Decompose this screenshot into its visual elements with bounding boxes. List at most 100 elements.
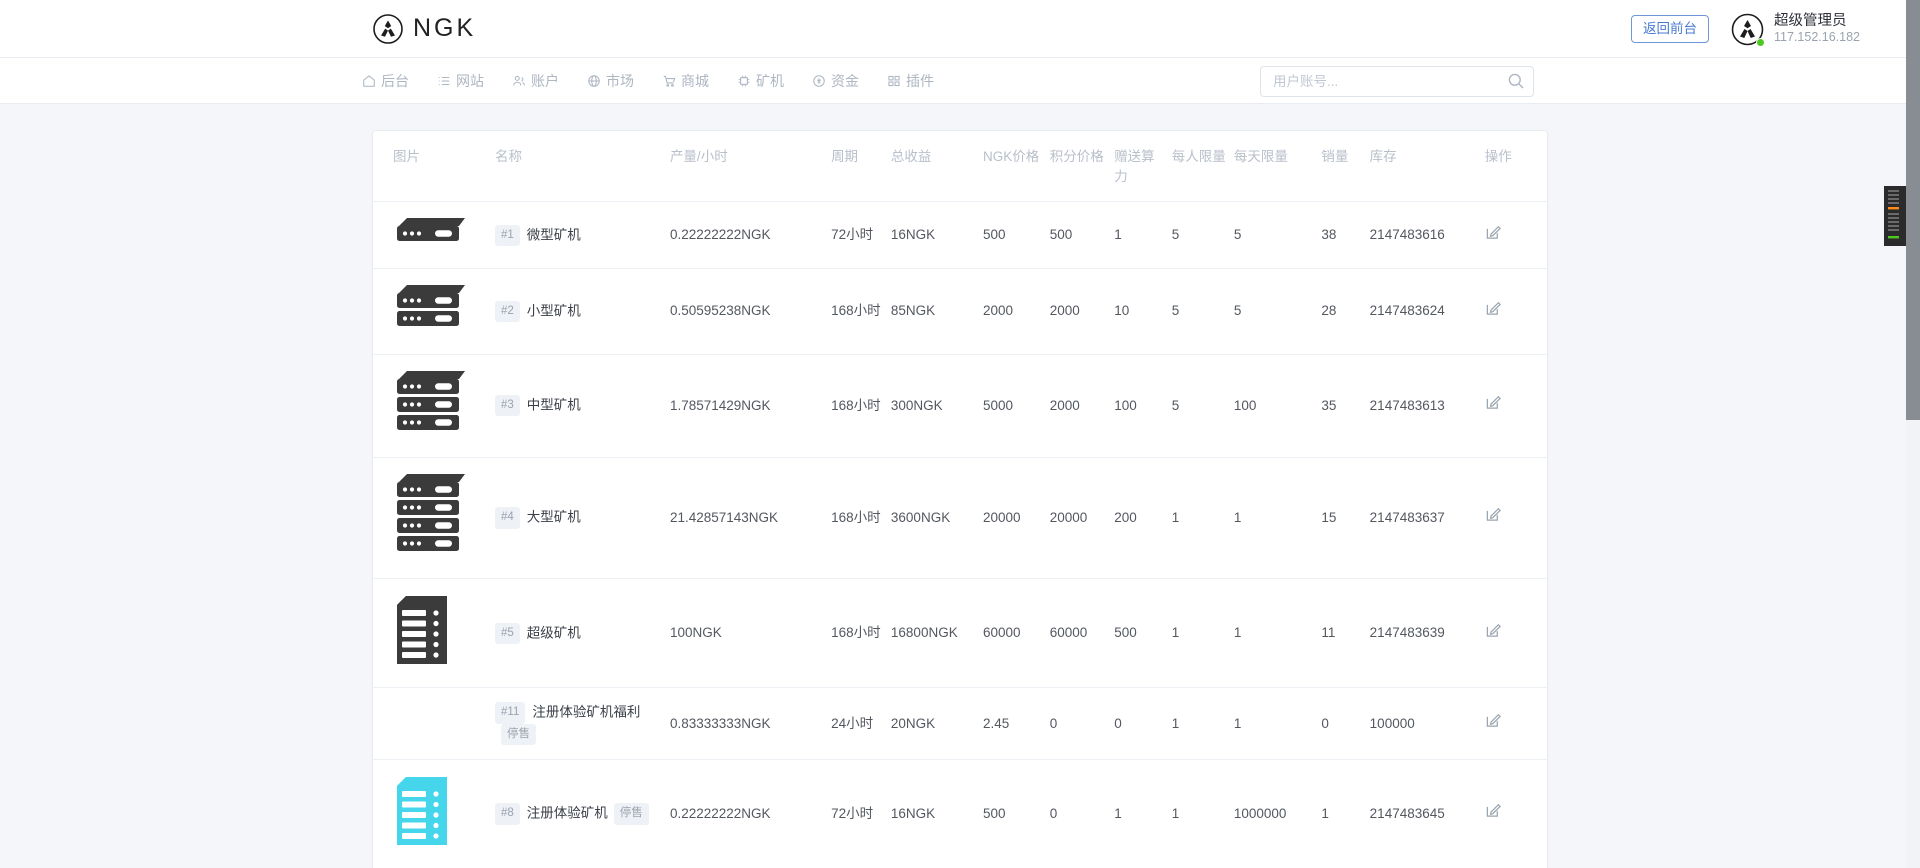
- cell-point-price: 0: [1050, 759, 1114, 868]
- miner-name: 超级矿机: [527, 625, 581, 640]
- nav-item-miner[interactable]: 矿机: [735, 67, 786, 95]
- miner-name: 大型矿机: [527, 510, 581, 525]
- edit-icon[interactable]: [1485, 506, 1502, 529]
- cell-name: #4 大型矿机: [495, 457, 670, 578]
- edit-icon[interactable]: [1485, 300, 1502, 323]
- nav-item-backend[interactable]: 后台: [360, 67, 411, 95]
- edit-icon[interactable]: [1485, 622, 1502, 645]
- cell-action: [1485, 759, 1547, 868]
- return-frontend-button[interactable]: 返回前台: [1631, 15, 1709, 44]
- miner-id-badge: #5: [495, 623, 520, 644]
- cell-day-limit: 5: [1234, 269, 1321, 354]
- table-row[interactable]: #5超级矿机100NGK168小时16800NGK600006000050011…: [373, 579, 1547, 688]
- list-icon: [437, 74, 451, 88]
- cell-power: 10: [1114, 269, 1172, 354]
- cell-per-limit: 1: [1172, 759, 1234, 868]
- cell-ngk-price: 2.45: [983, 688, 1050, 760]
- miner-id-badge: #8: [495, 803, 520, 824]
- nav-item-shop[interactable]: 商城: [660, 67, 711, 95]
- search-input[interactable]: [1260, 66, 1534, 97]
- cell-total: 16NGK: [891, 202, 983, 269]
- nav-label: 资金: [831, 71, 859, 91]
- table-row[interactable]: #2小型矿机0.50595238NGK168小时85NGK20002000105…: [373, 269, 1547, 354]
- cell-rate: 1.78571429NGK: [670, 354, 831, 457]
- miner-image: [393, 216, 487, 254]
- brand-logo[interactable]: NGK: [372, 13, 476, 45]
- cart-icon: [662, 74, 676, 88]
- server-rack-widget-icon: [1884, 186, 1906, 246]
- nav-item-plugins[interactable]: 插件: [885, 67, 936, 95]
- table-row[interactable]: #1微型矿机0.22222222NGK72小时16NGK500500155382…: [373, 202, 1547, 269]
- cell-point-price: 2000: [1050, 354, 1114, 457]
- cell-total: 20NGK: [891, 688, 983, 760]
- search-button[interactable]: [1507, 72, 1525, 90]
- cell-cycle: 168小时: [831, 579, 891, 688]
- server-rack-widget[interactable]: [1884, 186, 1906, 246]
- table-row[interactable]: #8注册体验矿机停售0.22222222NGK72小时16NGK50001110…: [373, 759, 1547, 868]
- cell-name: #1微型矿机: [495, 202, 670, 269]
- nav-item-market[interactable]: 市场: [585, 67, 636, 95]
- cell-sold: 35: [1321, 354, 1369, 457]
- cell-power: 500: [1114, 579, 1172, 688]
- cell-rate: 21.42857143NGK: [670, 457, 831, 578]
- cell-action: [1485, 457, 1547, 578]
- cell-total: 3600NGK: [891, 457, 983, 578]
- edit-icon[interactable]: [1485, 224, 1502, 247]
- scrollbar-thumb[interactable]: [1906, 0, 1920, 420]
- nav-label: 账户: [531, 71, 559, 91]
- cell-stock: 2147483616: [1370, 202, 1485, 269]
- chip-icon: [737, 74, 751, 88]
- edit-icon[interactable]: [1485, 394, 1502, 417]
- miner-id-badge: #4: [495, 507, 520, 528]
- cell-action: [1485, 202, 1547, 269]
- user-info: 超级管理员 117.152.16.182: [1774, 13, 1860, 45]
- table-row[interactable]: #4大型矿机21.42857143NGK168小时3600NGK20000200…: [373, 457, 1547, 578]
- edit-icon[interactable]: [1485, 802, 1502, 825]
- cell-rate: 0.50595238NGK: [670, 269, 831, 354]
- col-per-limit: 每人限量: [1172, 131, 1234, 202]
- cell-per-limit: 5: [1172, 202, 1234, 269]
- cell-total: 300NGK: [891, 354, 983, 457]
- miner-image: [393, 472, 487, 564]
- miner-image: [393, 593, 487, 673]
- cell-per-limit: 1: [1172, 457, 1234, 578]
- table-body: #1微型矿机0.22222222NGK72小时16NGK500500155382…: [373, 202, 1547, 868]
- cell-power: 1: [1114, 202, 1172, 269]
- miner-id-badge: #11: [495, 702, 525, 723]
- page-scrollbar[interactable]: [1906, 0, 1920, 868]
- cell-stock: 2147483645: [1370, 759, 1485, 868]
- miner-name: 微型矿机: [527, 227, 581, 242]
- cell-image: [373, 354, 495, 457]
- cell-total: 16NGK: [891, 759, 983, 868]
- online-status-dot: [1756, 38, 1765, 47]
- cell-stock: 2147483637: [1370, 457, 1485, 578]
- cell-name: #2小型矿机: [495, 269, 670, 354]
- avatar[interactable]: [1731, 13, 1764, 46]
- globe-icon: [587, 74, 601, 88]
- table-row[interactable]: #11注册体验矿机福利停售0.83333333NGK24小时20NGK2.450…: [373, 688, 1547, 760]
- cell-day-limit: 1000000: [1234, 759, 1321, 868]
- cell-per-limit: 1: [1172, 688, 1234, 760]
- cell-cycle: 24小时: [831, 688, 891, 760]
- edit-icon[interactable]: [1485, 712, 1502, 735]
- cell-ngk-price: 60000: [983, 579, 1050, 688]
- user-name: 超级管理员: [1774, 13, 1860, 30]
- col-cycle: 周期: [831, 131, 891, 202]
- cell-action: [1485, 354, 1547, 457]
- cell-name: #11注册体验矿机福利停售: [495, 688, 670, 760]
- user-menu[interactable]: 超级管理员 117.152.16.182: [1731, 13, 1860, 46]
- miner-name: 中型矿机: [527, 398, 581, 413]
- nav-label: 矿机: [756, 71, 784, 91]
- cell-point-price: 500: [1050, 202, 1114, 269]
- table-row[interactable]: #3中型矿机1.78571429NGK168小时300NGK5000200010…: [373, 354, 1547, 457]
- nav-label: 后台: [381, 71, 409, 91]
- nav-item-account[interactable]: 账户: [510, 67, 561, 95]
- table-head: 图片 名称 产量/小时 周期 总收益 NGK价格 积分价格 赠送算力 每人限量 …: [373, 131, 1547, 202]
- nav-item-website[interactable]: 网站: [435, 67, 486, 95]
- cell-ngk-price: 20000: [983, 457, 1050, 578]
- nav-items: 后台 网站 账户 市场 商城 矿机 资金 插件: [360, 67, 936, 95]
- col-point-price: 积分价格: [1050, 131, 1114, 202]
- cell-stock: 2147483613: [1370, 354, 1485, 457]
- nav-item-funds[interactable]: 资金: [810, 67, 861, 95]
- table-header-row: 图片 名称 产量/小时 周期 总收益 NGK价格 积分价格 赠送算力 每人限量 …: [373, 131, 1547, 202]
